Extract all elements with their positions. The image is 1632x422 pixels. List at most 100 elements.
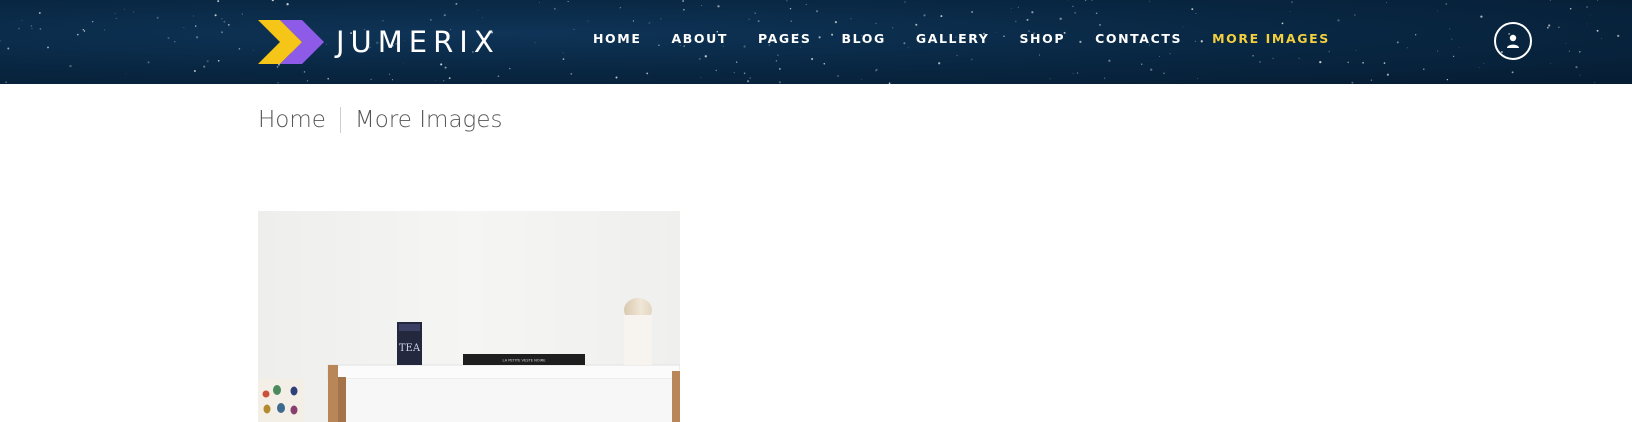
star xyxy=(1291,1,1293,3)
star xyxy=(132,11,134,13)
star xyxy=(1091,0,1093,1)
nav-item-gallery[interactable]: GALLERY xyxy=(916,31,990,46)
star xyxy=(221,18,223,20)
star xyxy=(147,61,150,64)
star xyxy=(733,71,735,74)
star xyxy=(823,62,826,65)
star xyxy=(1355,50,1357,51)
nav-item-blog[interactable]: BLOG xyxy=(841,31,885,46)
star xyxy=(892,27,894,29)
star xyxy=(217,0,220,3)
nav-item-contacts[interactable]: CONTACTS xyxy=(1095,31,1182,46)
breadcrumb-home-link[interactable]: Home xyxy=(258,107,326,133)
star xyxy=(1437,10,1438,12)
star xyxy=(1549,0,1551,1)
star xyxy=(82,28,84,31)
star xyxy=(1452,55,1455,58)
user-account-button[interactable] xyxy=(1494,22,1532,60)
main-nav: HOME ABOUT PAGES BLOG GALLERY SHOP CONTA… xyxy=(593,31,1360,46)
nav-item-pages[interactable]: PAGES xyxy=(758,31,812,46)
star xyxy=(1108,59,1111,62)
star xyxy=(1386,73,1389,76)
star xyxy=(1031,11,1034,14)
star xyxy=(1362,61,1365,64)
star xyxy=(754,12,756,14)
star xyxy=(632,20,634,22)
star xyxy=(277,63,280,66)
star xyxy=(1550,63,1552,64)
star xyxy=(1252,54,1254,57)
star xyxy=(1437,50,1439,52)
star xyxy=(1586,5,1589,9)
star xyxy=(1354,14,1356,16)
star xyxy=(1039,54,1040,56)
star xyxy=(1590,14,1592,16)
gallery-image[interactable]: TEA LA PETITE VESTE NOIRE xyxy=(258,211,680,422)
star xyxy=(206,60,209,63)
star xyxy=(1586,23,1588,25)
star xyxy=(1149,0,1151,2)
star xyxy=(1347,61,1349,64)
star xyxy=(562,58,565,60)
star xyxy=(223,20,226,23)
star xyxy=(1169,53,1171,55)
site-logo[interactable]: JUMERIX xyxy=(258,20,500,64)
star xyxy=(38,12,41,14)
star xyxy=(1597,0,1599,1)
star xyxy=(388,73,391,76)
logo-text: JUMERIX xyxy=(336,25,500,59)
site-header: JUMERIX HOME ABOUT PAGES BLOG GALLERY SH… xyxy=(0,0,1632,84)
star xyxy=(497,75,500,78)
star xyxy=(1568,50,1570,52)
star xyxy=(682,0,684,2)
star xyxy=(815,10,819,13)
star xyxy=(800,46,801,48)
star xyxy=(47,46,49,49)
star xyxy=(1579,51,1581,53)
star xyxy=(970,58,973,61)
star xyxy=(1150,68,1153,71)
star xyxy=(534,42,536,44)
star xyxy=(277,82,279,84)
star xyxy=(775,60,777,62)
star xyxy=(1072,5,1074,8)
star xyxy=(789,7,792,10)
star xyxy=(683,8,685,11)
star xyxy=(1298,57,1300,59)
nav-item-home[interactable]: HOME xyxy=(593,31,641,46)
star xyxy=(156,16,159,19)
star xyxy=(805,3,807,5)
star xyxy=(1480,15,1483,18)
star xyxy=(1423,68,1425,70)
star xyxy=(757,20,760,23)
book-title: LA PETITE VESTE NOIRE xyxy=(503,359,547,363)
tea-tin-label: TEA xyxy=(399,343,421,354)
nav-item-shop[interactable]: SHOP xyxy=(1019,31,1065,46)
star xyxy=(455,2,458,5)
nav-item-about[interactable]: ABOUT xyxy=(671,31,728,46)
shelf-photo: TEA LA PETITE VESTE NOIRE xyxy=(258,211,680,422)
nav-item-more-images[interactable]: MORE IMAGES xyxy=(1212,31,1330,46)
star xyxy=(1406,47,1408,49)
star xyxy=(1095,12,1098,15)
breadcrumb: Home More Images xyxy=(258,107,502,133)
star xyxy=(971,11,974,13)
star xyxy=(1059,17,1062,20)
star xyxy=(1010,11,1012,13)
star xyxy=(1594,82,1596,84)
star xyxy=(938,62,941,65)
star xyxy=(648,23,650,25)
star xyxy=(1565,42,1567,44)
star xyxy=(18,27,20,30)
star xyxy=(1182,26,1184,28)
star xyxy=(370,78,372,81)
star xyxy=(1281,22,1284,25)
star xyxy=(1017,6,1020,8)
star xyxy=(1159,56,1160,57)
star xyxy=(779,68,781,70)
star xyxy=(193,69,196,73)
star xyxy=(482,16,483,18)
star xyxy=(1074,11,1077,14)
star xyxy=(39,28,42,30)
star xyxy=(1483,62,1485,64)
